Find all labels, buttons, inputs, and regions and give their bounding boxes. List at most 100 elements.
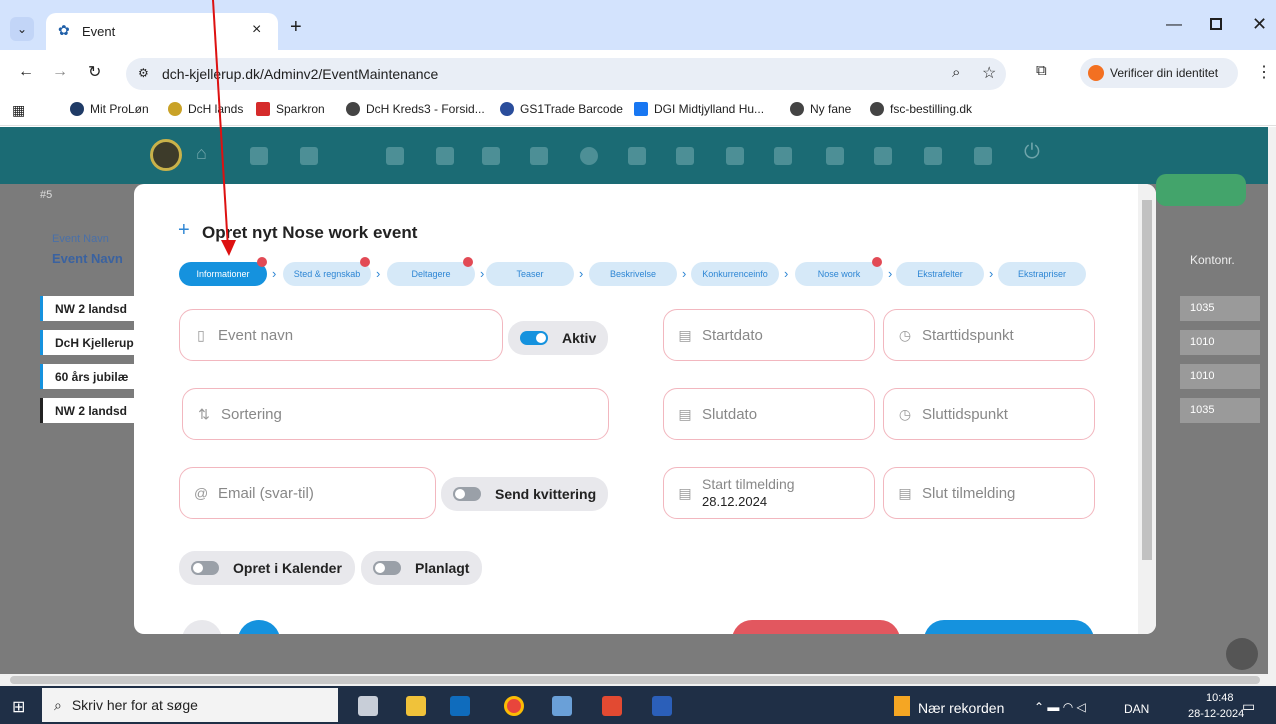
- at-icon: @: [194, 485, 209, 501]
- chevron-right-icon: ›: [682, 266, 687, 281]
- help-icon[interactable]: [924, 147, 942, 165]
- step-ekstrafelter[interactable]: Ekstrafelter: [896, 262, 984, 286]
- weather-text[interactable]: Nær rekorden: [918, 700, 1004, 716]
- app-icon[interactable]: [552, 696, 572, 716]
- switch-off-icon: [373, 561, 401, 575]
- chevron-right-icon: ›: [888, 266, 893, 281]
- table-row[interactable]: 60 års jubilæ: [40, 364, 140, 389]
- event-name-field[interactable]: ▯ Event navn: [179, 309, 503, 361]
- slut-tilmelding-field[interactable]: ▤ Slut tilmelding: [883, 467, 1095, 519]
- bookmark-icon: [500, 102, 514, 116]
- restore-icon[interactable]: [1210, 18, 1222, 30]
- windows-start-icon[interactable]: ⊞: [12, 697, 25, 717]
- clock-time[interactable]: 10:48: [1206, 692, 1234, 704]
- bookmark-star-icon[interactable]: ☆: [982, 63, 996, 83]
- switch-off-icon: [191, 561, 219, 575]
- bookmark-item[interactable]: DcH Kreds3 - Forsid...: [346, 102, 485, 116]
- calendar-icon[interactable]: [628, 147, 646, 165]
- save-button[interactable]: [924, 620, 1094, 634]
- globe-icon: [346, 102, 360, 116]
- slutdato-field[interactable]: ▤ Slutdato: [663, 388, 875, 440]
- alert-icon: [1088, 65, 1104, 81]
- bookmark-item[interactable]: GS1Trade Barcode: [500, 102, 623, 116]
- power-icon[interactable]: ⏻: [1024, 141, 1040, 164]
- sortering-field[interactable]: ⇅ Sortering: [182, 388, 609, 440]
- app-icon[interactable]: [602, 696, 622, 716]
- calculator-icon[interactable]: [826, 147, 844, 165]
- explorer-icon[interactable]: [406, 696, 426, 716]
- send-kvittering-toggle[interactable]: Send kvittering: [441, 477, 608, 511]
- step-deltagere[interactable]: Deltagere: [387, 262, 475, 286]
- notification-icon[interactable]: ▭: [1242, 698, 1255, 715]
- starttidspunkt-field[interactable]: ◷ Starttidspunkt: [883, 309, 1095, 361]
- table-row[interactable]: NW 2 landsd: [40, 296, 140, 321]
- clock-date[interactable]: 28-12-2024: [1188, 708, 1244, 720]
- cart-icon[interactable]: [482, 147, 500, 165]
- error-dot: [360, 257, 370, 267]
- nav-icon[interactable]: [874, 147, 892, 165]
- nav-icon[interactable]: [726, 147, 744, 165]
- zoom-icon[interactable]: ⌕: [952, 64, 960, 81]
- cancel-button[interactable]: [732, 620, 900, 634]
- step-konkurrenceinfo[interactable]: Konkurrenceinfo: [691, 262, 779, 286]
- horizontal-scrollbar[interactable]: [0, 674, 1276, 686]
- column-header-kontonr: Kontonr.: [1190, 253, 1235, 267]
- menu-icon[interactable]: ⋮: [1256, 62, 1272, 82]
- chevron-right-icon: ›: [784, 266, 789, 281]
- bookmark-item[interactable]: Ny fane: [790, 102, 851, 116]
- step-teaser[interactable]: Teaser: [486, 262, 574, 286]
- bookmark-item[interactable]: fsc-bestilling.dk: [870, 102, 972, 116]
- step-nose-work[interactable]: Nose work: [795, 262, 883, 286]
- add-button-edge: [1156, 174, 1246, 206]
- task-view-icon[interactable]: [358, 696, 378, 716]
- nav-icon[interactable]: [530, 147, 548, 165]
- system-tray-icons[interactable]: ⌃ ▬ ◠ ◁: [1034, 700, 1086, 714]
- chrome-icon[interactable]: [504, 696, 524, 716]
- start-tilmelding-field[interactable]: ▤ Start tilmelding 28.12.2024: [663, 467, 875, 519]
- step-sted-regnskab[interactable]: Sted & regnskab: [283, 262, 371, 286]
- step-ekstrapriser[interactable]: Ekstrapriser: [998, 262, 1086, 286]
- sluttidspunkt-field[interactable]: ◷ Sluttidspunkt: [883, 388, 1095, 440]
- table-row[interactable]: NW 2 landsd: [40, 398, 140, 423]
- word-icon[interactable]: [652, 696, 672, 716]
- modal-scrollbar[interactable]: [1138, 184, 1156, 634]
- nav-icon[interactable]: [436, 147, 454, 165]
- taskbar-search[interactable]: ⌕ Skriv her for at søge: [42, 688, 338, 722]
- table-row[interactable]: DcH Kjellerup: [40, 330, 140, 355]
- language-indicator[interactable]: DAN: [1124, 702, 1149, 716]
- nav-icon[interactable]: [300, 147, 318, 165]
- file-icon: ▯: [197, 326, 205, 343]
- chat-icon[interactable]: [1226, 638, 1258, 670]
- extensions-icon[interactable]: ⧉: [1036, 62, 1047, 79]
- facebook-icon: [634, 102, 648, 116]
- email-field[interactable]: @ Email (svar-til): [179, 467, 436, 519]
- chevron-right-icon: ›: [376, 266, 381, 281]
- opret-kalender-toggle[interactable]: Opret i Kalender: [179, 551, 355, 585]
- table-cell: 1035: [1180, 398, 1260, 423]
- profile-chip[interactable]: Verificer din identitet: [1080, 58, 1238, 88]
- switch-off-icon: [453, 487, 481, 501]
- nav-icon[interactable]: [386, 147, 404, 165]
- page-scrollbar[interactable]: [1268, 127, 1276, 674]
- chevron-right-icon: ›: [989, 266, 994, 281]
- planlagt-toggle[interactable]: Planlagt: [361, 551, 482, 585]
- next-button[interactable]: [238, 620, 280, 634]
- startdato-field[interactable]: ▤ Startdato: [663, 309, 875, 361]
- error-dot: [872, 257, 882, 267]
- bookmark-item[interactable]: DGI Midtjylland Hu...: [634, 102, 764, 116]
- settings-icon[interactable]: [974, 147, 992, 165]
- globe-icon: [870, 102, 884, 116]
- bookmark-item[interactable]: Sparkron: [256, 102, 325, 116]
- close-window-icon[interactable]: ✕: [1252, 14, 1267, 35]
- outlook-icon[interactable]: [450, 696, 470, 716]
- minimize-icon[interactable]: —: [1166, 16, 1182, 34]
- aktiv-toggle[interactable]: Aktiv: [508, 321, 608, 355]
- step-beskrivelse[interactable]: Beskrivelse: [589, 262, 677, 286]
- nav-icon[interactable]: [580, 147, 598, 165]
- new-tab-button[interactable]: +: [290, 16, 302, 39]
- nav-icon[interactable]: [676, 147, 694, 165]
- clock-icon: ◷: [898, 405, 912, 422]
- calendar-icon: ▤: [678, 484, 692, 501]
- prev-button[interactable]: [182, 620, 222, 634]
- monitor-icon[interactable]: [774, 147, 792, 165]
